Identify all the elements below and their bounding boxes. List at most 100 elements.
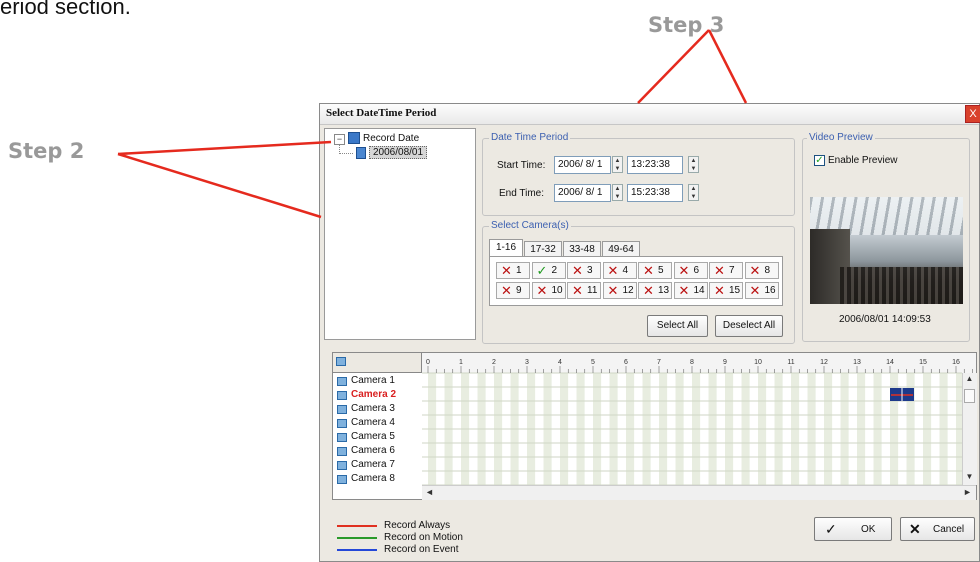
camera-tab-33-48[interactable]: 33-48 (563, 241, 601, 256)
select-all-button[interactable]: Select All (647, 315, 708, 337)
timeline-camera-row[interactable]: Camera 6 (333, 444, 423, 459)
end-time-spinner[interactable]: ▲ ▼ (688, 184, 699, 201)
camera-icon (337, 391, 347, 400)
camera-toggle-7[interactable]: ✕ 7 (709, 262, 743, 279)
cross-icon: ✕ (909, 521, 921, 537)
legend-record-motion: Record on Motion (384, 532, 463, 543)
timeline-camera-row[interactable]: Camera 3 (333, 402, 423, 417)
select-cameras-group: Select Camera(s) 1-16 17-32 33-48 49-64 ✕ 1 ✓… (482, 220, 795, 344)
legend-swatch-motion (337, 537, 377, 539)
end-date-spinner[interactable]: ▲ ▼ (612, 184, 623, 201)
group-label: Date Time Period (489, 132, 571, 143)
legend-swatch-event (337, 549, 377, 551)
end-time-field[interactable]: 15:23:38 (627, 184, 683, 202)
start-time-field[interactable]: 13:23:38 (627, 156, 683, 174)
hour-tick-label: 3 (525, 359, 529, 366)
hour-tick-label: 15 (919, 359, 927, 366)
cross-icon: ✕ (749, 283, 761, 298)
camera-name: Camera 6 (351, 445, 395, 456)
camera-tab-17-32[interactable]: 17-32 (524, 241, 562, 256)
start-time-spinner[interactable]: ▲ ▼ (688, 156, 699, 173)
cross-icon: ✕ (536, 283, 548, 298)
legend-record-always: Record Always (384, 520, 451, 531)
camera-toggle-9[interactable]: ✕ 9 (496, 282, 530, 299)
scroll-right-arrow[interactable]: ► (962, 487, 973, 498)
hour-tick-label: 2 (492, 359, 496, 366)
video-preview-group: Video Preview ✓ Enable Preview 2006/08/0… (802, 132, 970, 342)
cross-icon: ✕ (643, 283, 654, 298)
end-date-field[interactable]: 2006/ 8/ 1 (554, 184, 611, 202)
hour-tick-label: 9 (723, 359, 727, 366)
select-datetime-dialog: Select DateTime Period X − Record Date 2… (319, 103, 980, 562)
tree-date-node[interactable]: 2006/08/01 (369, 146, 428, 159)
scroll-down-arrow[interactable]: ▼ (964, 472, 975, 483)
step-3-label: Step 3 (648, 13, 725, 37)
camera-icon (337, 461, 347, 470)
date-time-period-group: Date Time Period Start Time: 2006/ 8/ 1 … (482, 132, 795, 216)
camera-icon (337, 405, 347, 414)
ok-button[interactable]: ✓ OK (814, 517, 892, 541)
record-date-tree: − Record Date 2006/08/01 (324, 128, 476, 340)
camera-toggle-13[interactable]: ✕ 13 (638, 282, 672, 299)
step-2-label: Step 2 (8, 139, 85, 163)
cross-icon: ✕ (501, 283, 512, 298)
legend-record-event: Record on Event (384, 544, 459, 555)
timeline-grid[interactable]: 0 1 2 3 4 5 6 7 8 9 10 11 12 13 14 15 16 (422, 353, 976, 499)
camera-toggle-16[interactable]: ✕ 16 (744, 282, 779, 299)
hour-tick-label: 7 (657, 359, 661, 366)
close-button[interactable]: X (965, 105, 980, 123)
timeline-camera-row[interactable]: Camera 2 (333, 388, 423, 403)
tree-root-label[interactable]: Record Date (363, 133, 419, 144)
scroll-up-arrow[interactable]: ▲ (964, 374, 975, 385)
hour-tick-label: 4 (558, 359, 562, 366)
timeline-camera-row[interactable]: Camera 1 (333, 374, 423, 389)
timeline-corner-icon[interactable] (336, 357, 346, 366)
cross-icon: ✕ (678, 283, 690, 298)
timeline-horizontal-scrollbar[interactable]: ◄ ► (422, 485, 976, 500)
enable-preview-checkbox[interactable]: ✓ (814, 155, 825, 166)
camera-toggle-1[interactable]: ✕ 1 (496, 262, 530, 279)
start-date-field[interactable]: 2006/ 8/ 1 (554, 156, 611, 174)
camera-number: 5 (658, 265, 664, 276)
cross-icon: ✕ (501, 263, 512, 278)
camera-icon (337, 433, 347, 442)
camera-number: 16 (764, 285, 776, 296)
timeline-camera-row[interactable]: Camera 8 (333, 472, 423, 487)
timeline-camera-row[interactable]: Camera 4 (333, 416, 423, 431)
camera-toggle-8[interactable]: ✕ 8 (744, 262, 779, 279)
step-3-arrow-right (707, 29, 748, 104)
video-preview-image (810, 197, 963, 304)
camera-number: 4 (622, 265, 629, 276)
deselect-all-button[interactable]: Deselect All (715, 315, 783, 337)
cross-icon: ✕ (714, 283, 725, 298)
camera-toggle-10[interactable]: ✕ 10 (531, 282, 566, 299)
camera-toggle-6[interactable]: ✕ 6 (673, 262, 708, 279)
timeline-camera-row[interactable]: Camera 5 (333, 430, 423, 445)
camera-toggle-15[interactable]: ✕ 15 (709, 282, 743, 299)
timeline-camera-row[interactable]: Camera 7 (333, 458, 423, 473)
camera-number: 12 (622, 285, 634, 296)
camera-toggle-3[interactable]: ✕ 3 (567, 262, 601, 279)
vertical-scroll-thumb[interactable] (964, 389, 975, 403)
crowd (840, 267, 963, 304)
cross-icon: ✕ (607, 283, 619, 298)
camera-toggle-11[interactable]: ✕ 11 (567, 282, 601, 299)
camera-toggle-2[interactable]: ✓ 2 (531, 262, 566, 279)
camera-tab-1-16[interactable]: 1-16 (489, 239, 523, 257)
camera-number: 8 (764, 265, 771, 276)
start-date-spinner[interactable]: ▲ ▼ (612, 156, 623, 173)
camera-toggle-5[interactable]: ✕ 5 (638, 262, 672, 279)
camera-tab-49-64[interactable]: 49-64 (602, 241, 640, 256)
step-2-arrow-lower (117, 152, 322, 219)
camera-toggle-4[interactable]: ✕ 4 (602, 262, 637, 279)
camera-icon (337, 419, 347, 428)
ok-label: OK (861, 524, 876, 535)
hour-tick-label: 14 (886, 359, 894, 366)
camera-toggle-14[interactable]: ✕ 14 (673, 282, 708, 299)
timeline-vertical-scrollbar[interactable]: ▲ ▼ (962, 373, 977, 485)
hour-tick-label: 16 (952, 359, 960, 366)
cancel-button[interactable]: ✕ Cancel (900, 517, 975, 541)
scroll-left-arrow[interactable]: ◄ (424, 487, 435, 498)
camera-toggle-12[interactable]: ✕ 12 (602, 282, 637, 299)
camera-number: 13 (658, 285, 670, 296)
